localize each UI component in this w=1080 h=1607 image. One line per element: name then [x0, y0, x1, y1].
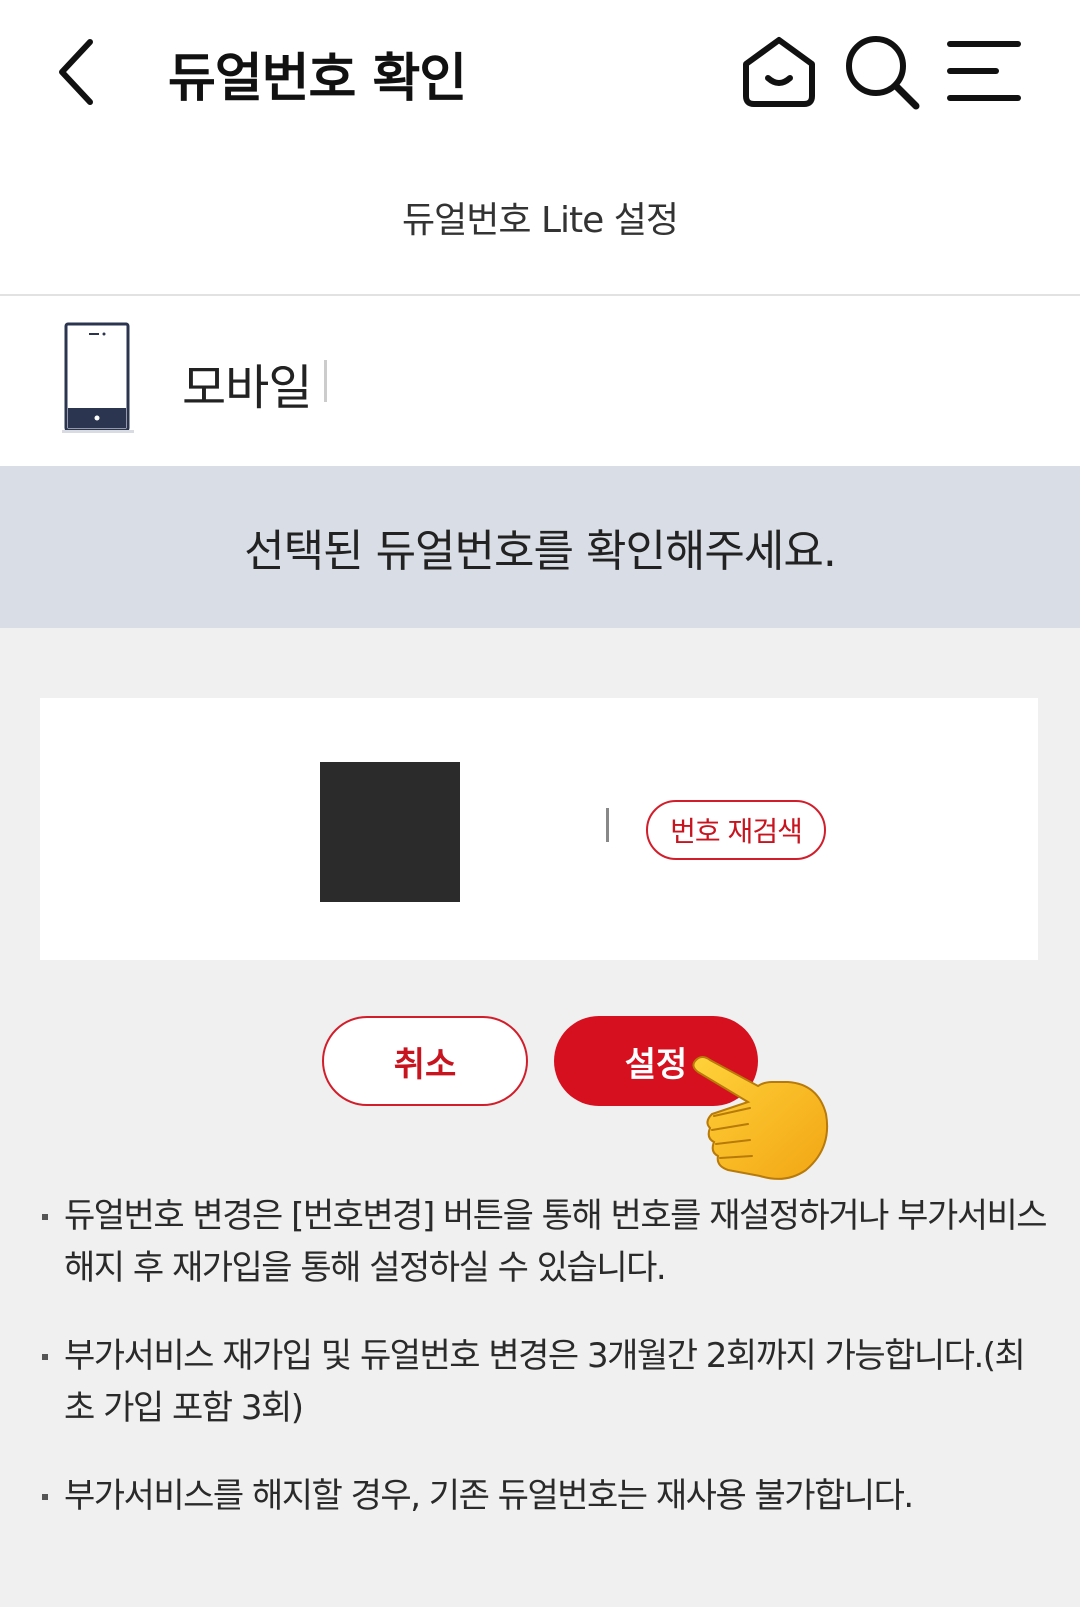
bullet	[42, 1494, 48, 1500]
masked-phone-number	[280, 762, 570, 908]
device-label: 모바일	[182, 360, 312, 416]
redaction-block	[320, 762, 460, 902]
page-title: 듀얼번호 확인	[168, 49, 467, 109]
menu-icon[interactable]	[946, 38, 1022, 104]
notice-text: 부가서비스를 해지할 경우, 기존 듀얼번호는 재사용 불가합니다.	[64, 1476, 914, 1516]
divider	[606, 808, 609, 842]
phone-icon	[62, 322, 134, 433]
pointing-hand-icon	[692, 1056, 829, 1180]
device-row: 모바일	[0, 296, 1080, 466]
dual-number-card: 번호 재검색	[40, 698, 1038, 960]
notice-item: 부가서비스를 해지할 경우, 기존 듀얼번호는 재사용 불가합니다.	[38, 1470, 1048, 1522]
divider	[324, 360, 327, 402]
notice-list: 듀얼번호 변경은 [번호변경] 버튼을 통해 번호를 재설정하거나 부가서비스 …	[38, 1190, 1048, 1558]
notice-text: 듀얼번호 변경은 [번호변경] 버튼을 통해 번호를 재설정하거나 부가서비스 …	[64, 1196, 1048, 1288]
sub-header-title: 듀얼번호 Lite 설정	[402, 200, 679, 241]
sub-header: 듀얼번호 Lite 설정	[0, 140, 1080, 296]
notice-item: 듀얼번호 변경은 [번호변경] 버튼을 통해 번호를 재설정하거나 부가서비스 …	[38, 1190, 1048, 1294]
cancel-button[interactable]: 취소	[322, 1016, 528, 1106]
banner-text: 선택된 듀얼번호를 확인해주세요.	[244, 526, 837, 577]
research-number-button[interactable]: 번호 재검색	[646, 800, 826, 860]
bullet	[42, 1214, 48, 1220]
notice-item: 부가서비스 재가입 및 듀얼번호 변경은 3개월간 2회까지 가능합니다.(최초…	[38, 1330, 1048, 1434]
notice-text: 부가서비스 재가입 및 듀얼번호 변경은 3개월간 2회까지 가능합니다.(최초…	[64, 1336, 1026, 1428]
home-icon[interactable]	[740, 34, 818, 108]
bullet	[42, 1354, 48, 1360]
back-icon[interactable]	[50, 32, 110, 112]
confirm-banner: 선택된 듀얼번호를 확인해주세요.	[0, 466, 1080, 628]
top-header: 듀얼번호 확인	[0, 0, 1080, 140]
search-icon[interactable]	[842, 32, 922, 110]
